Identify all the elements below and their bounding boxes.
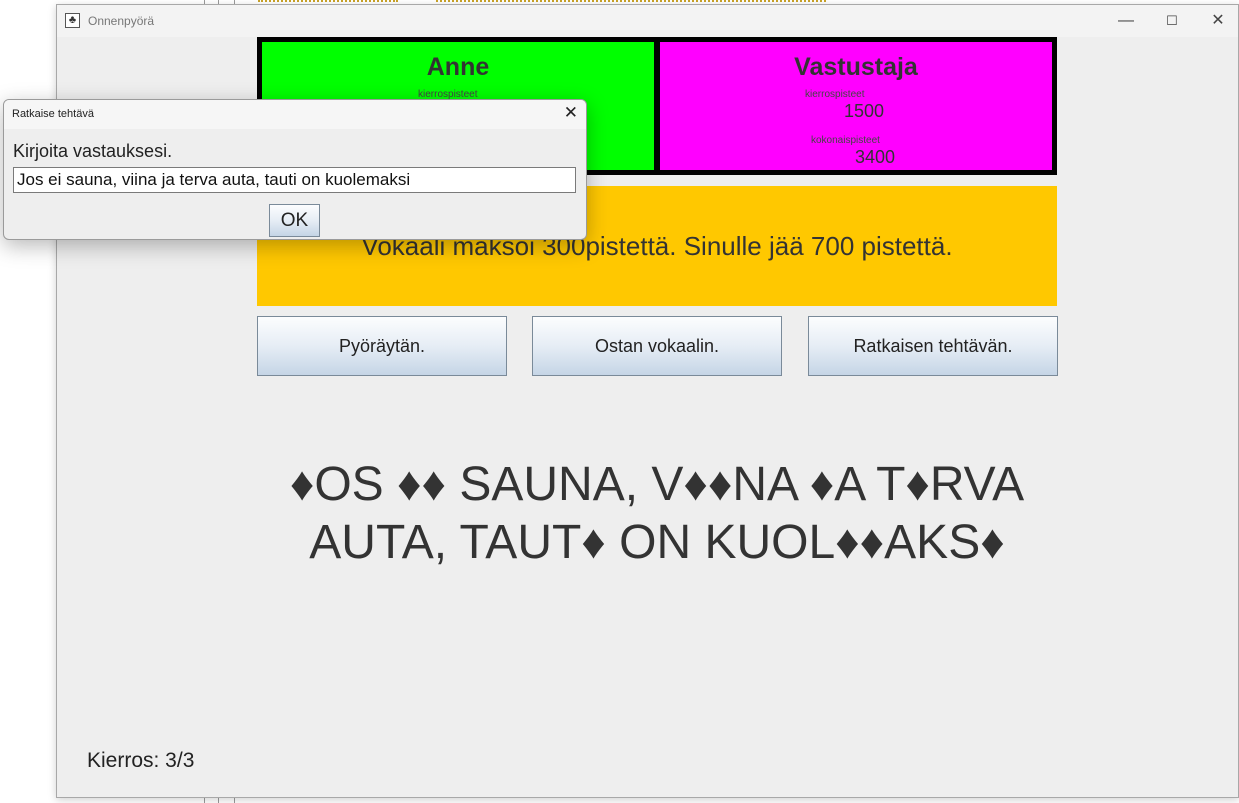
total-points-value: 3400	[855, 147, 896, 167]
window-titlebar[interactable]: ♣ Onnenpyörä — ☐ ✕	[57, 5, 1238, 37]
dialog-prompt: Kirjoita vastauksesi.	[13, 141, 173, 161]
app-icon: ♣	[65, 13, 80, 28]
buy-vowel-button[interactable]: Ostan vokaalin.	[532, 316, 782, 376]
round-points-label: kierrospisteet	[805, 89, 865, 100]
dialog-title: Ratkaise tehtävä	[12, 108, 94, 120]
solve-button[interactable]: Ratkaisen tehtävän.	[808, 316, 1058, 376]
dialog-titlebar[interactable]: Ratkaise tehtävä ✕	[4, 100, 586, 129]
round-points-value: 1500	[844, 101, 885, 121]
puzzle-board: ♦OS ♦♦ SAUNA, V♦♦NA ♦A T♦RVA AUTA, TAUT♦…	[247, 456, 1067, 572]
player-panel-opponent: Vastustaja kierrospisteet 1500 kokonaisp…	[655, 37, 1057, 175]
close-button[interactable]: ✕	[1195, 5, 1239, 37]
puzzle-line: AUTA, TAUT♦ ON KUOL♦♦AKS♦	[309, 516, 1005, 569]
spin-button[interactable]: Pyöräytän.	[257, 316, 507, 376]
answer-input[interactable]	[13, 167, 576, 193]
player-name: Vastustaja	[794, 53, 918, 81]
round-counter: Kierros: 3/3	[87, 749, 195, 772]
dialog-close-icon[interactable]: ✕	[564, 103, 578, 123]
ok-button[interactable]: OK	[269, 204, 320, 237]
solve-dialog: Ratkaise tehtävä ✕ Kirjoita vastauksesi.…	[3, 99, 587, 240]
player-name: Anne	[426, 53, 490, 81]
minimize-button[interactable]: —	[1103, 5, 1149, 37]
maximize-button[interactable]: ☐	[1149, 5, 1195, 37]
total-points-label: kokonaispisteet	[811, 135, 880, 146]
puzzle-line: ♦OS ♦♦ SAUNA, V♦♦NA ♦A T♦RVA	[289, 458, 1025, 511]
window-title: Onnenpyörä	[88, 14, 155, 28]
